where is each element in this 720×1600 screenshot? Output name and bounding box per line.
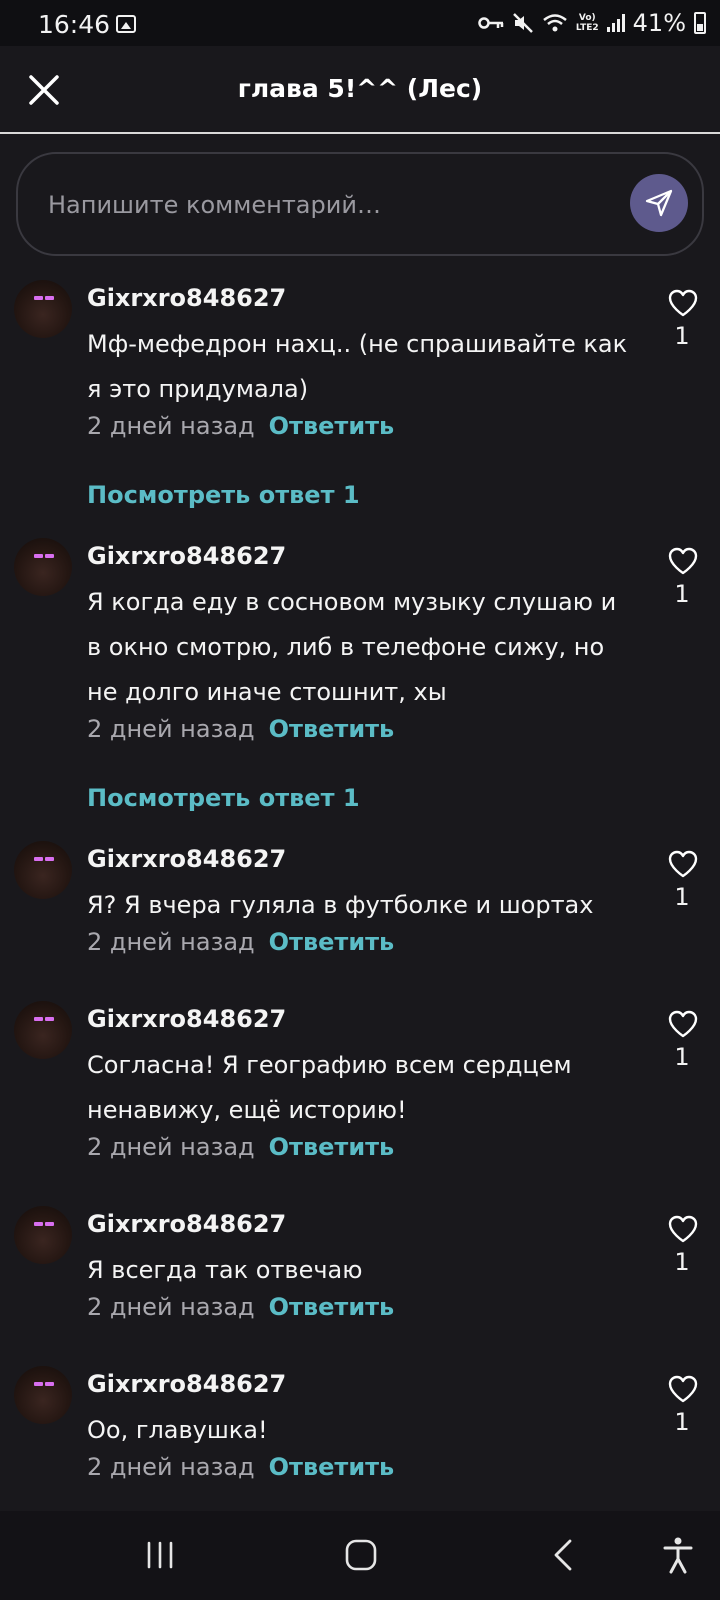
comment-time: 2 дней назад — [87, 412, 255, 440]
app-header: глава 5!^^ (Лес) — [0, 46, 720, 134]
comment-input[interactable] — [46, 180, 610, 230]
comment-time: 2 дней назад — [87, 928, 255, 956]
like-count: 1 — [674, 1043, 690, 1071]
accessibility-icon[interactable] — [656, 1535, 700, 1575]
heart-icon[interactable] — [667, 1214, 699, 1244]
comment-composer — [16, 152, 704, 256]
comment-username[interactable]: Gixrxro848627 — [87, 845, 286, 873]
recents-icon[interactable] — [138, 1535, 182, 1575]
status-bar: 16:46 Vo) LTE2 41% — [0, 0, 720, 46]
avatar[interactable] — [14, 1206, 72, 1264]
battery-icon — [694, 12, 706, 34]
heart-icon[interactable] — [667, 849, 699, 879]
status-icons: Vo) LTE2 41% — [478, 9, 706, 37]
back-icon[interactable] — [542, 1535, 586, 1575]
volte-icon: Vo) LTE2 — [575, 13, 599, 33]
heart-icon[interactable] — [667, 1009, 699, 1039]
mute-icon — [512, 13, 533, 33]
avatar[interactable] — [14, 1366, 72, 1424]
comment-text: Согласна! Я географию всем сердцем ненав… — [87, 1051, 572, 1124]
comment-username[interactable]: Gixrxro848627 — [87, 1005, 286, 1033]
reply-button[interactable]: Ответить — [269, 928, 395, 956]
avatar[interactable] — [14, 538, 72, 596]
like-count: 1 — [674, 580, 690, 608]
signal-icon — [606, 14, 625, 32]
avatar[interactable] — [14, 1001, 72, 1059]
like-count: 1 — [674, 1248, 690, 1276]
home-icon[interactable] — [339, 1535, 383, 1575]
view-replies-link[interactable]: Посмотреть ответ 1 — [87, 784, 360, 812]
status-time: 16:46 — [38, 10, 111, 39]
comment-text: Мф-мефедрон нахц.. (не спрашивайте как я… — [87, 330, 628, 403]
wifi-icon — [543, 14, 567, 32]
comment-username[interactable]: Gixrxro848627 — [87, 542, 286, 570]
reply-button[interactable]: Ответить — [269, 1133, 395, 1161]
battery-percent: 41% — [632, 9, 686, 37]
like-count: 1 — [674, 322, 690, 350]
heart-icon[interactable] — [667, 288, 699, 318]
comment-time: 2 дней назад — [87, 1453, 255, 1481]
vpn-key-icon — [478, 17, 504, 29]
send-button[interactable] — [630, 174, 688, 232]
comment-username[interactable]: Gixrxro848627 — [87, 284, 286, 312]
comment-meta: 2 дней назад Ответить — [87, 715, 394, 743]
like-count: 1 — [674, 1408, 690, 1436]
comment-meta: 2 дней назад Ответить — [87, 412, 394, 440]
view-replies-link[interactable]: Посмотреть ответ 1 — [87, 481, 360, 509]
reply-button[interactable]: Ответить — [269, 715, 395, 743]
comment-meta: 2 дней назад Ответить — [87, 1453, 394, 1481]
comment-meta: 2 дней назад Ответить — [87, 1133, 394, 1161]
comment-meta: 2 дней назад Ответить — [87, 928, 394, 956]
heart-icon[interactable] — [667, 546, 699, 576]
gallery-notification-icon — [116, 15, 136, 33]
comment-text: Я? Я вчера гуляла в футболке и шортах — [87, 891, 594, 919]
avatar[interactable] — [14, 841, 72, 899]
avatar[interactable] — [14, 280, 72, 338]
send-icon — [645, 189, 673, 217]
comment-text: Я когда еду в сосновом музыку слушаю и в… — [87, 588, 617, 706]
comment-time: 2 дней назад — [87, 1293, 255, 1321]
system-nav-bar — [0, 1511, 720, 1600]
reply-button[interactable]: Ответить — [269, 412, 395, 440]
comment-meta: 2 дней назад Ответить — [87, 1293, 394, 1321]
comment-username[interactable]: Gixrxro848627 — [87, 1210, 286, 1238]
comment-text: Я всегда так отвечаю — [87, 1256, 363, 1284]
reply-button[interactable]: Ответить — [269, 1453, 395, 1481]
comment-text: Оо, главушка! — [87, 1416, 268, 1444]
like-count: 1 — [674, 883, 690, 911]
heart-icon[interactable] — [667, 1374, 699, 1404]
comment-time: 2 дней назад — [87, 715, 255, 743]
comment-username[interactable]: Gixrxro848627 — [87, 1370, 286, 1398]
comment-time: 2 дней назад — [87, 1133, 255, 1161]
reply-button[interactable]: Ответить — [269, 1293, 395, 1321]
page-title: глава 5!^^ (Лес) — [237, 74, 483, 103]
